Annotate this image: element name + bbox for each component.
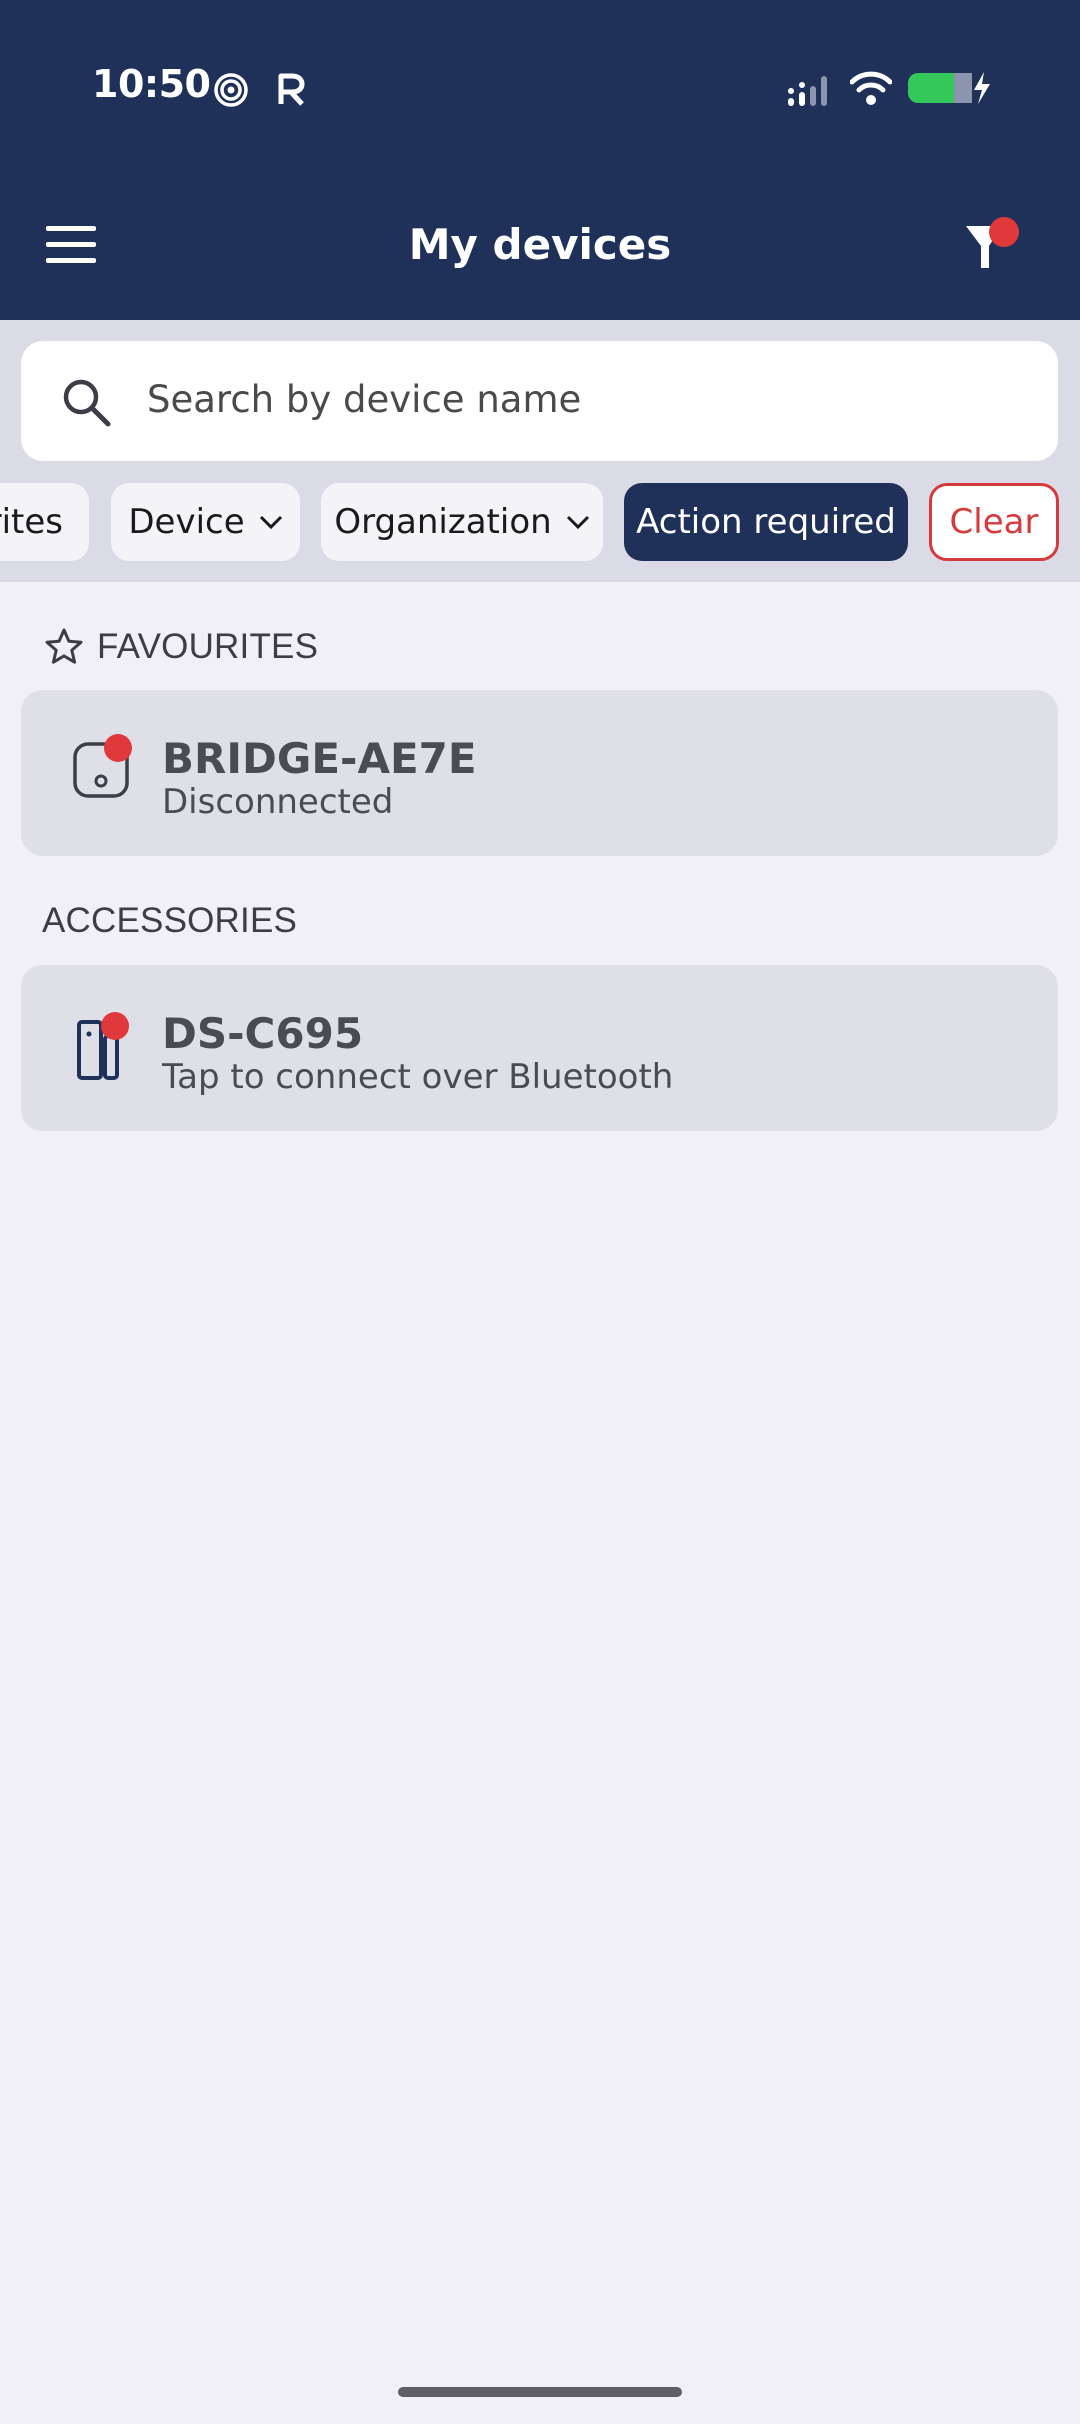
device-status: Tap to connect over Bluetooth: [162, 1057, 674, 1097]
filter-chip-device[interactable]: Device: [111, 483, 300, 561]
page-title: My devices: [408, 220, 672, 269]
search-icon: [63, 379, 111, 427]
filter-chip-label: rites: [0, 502, 63, 542]
accessories-heading: ACCESSORIES: [42, 901, 298, 940]
clear-filters-button[interactable]: Clear: [929, 483, 1059, 561]
device-status: Disconnected: [162, 782, 394, 822]
favourites-heading: FAVOURITES: [97, 627, 319, 666]
filter-chip-favourites[interactable]: rites: [0, 483, 89, 561]
device-name: BRIDGE-AE7E: [162, 734, 477, 783]
chevron-down-icon: [566, 515, 589, 530]
filter-chip-label: Device: [128, 502, 245, 542]
filter-chip-organization[interactable]: Organization: [321, 483, 603, 561]
hotspot-spiral-icon: [214, 73, 248, 107]
bridge-device-icon: [73, 734, 132, 798]
status-time: 10:50: [92, 62, 211, 106]
filter-chip-label: Action required: [636, 502, 896, 542]
chevron-down-icon: [259, 515, 282, 530]
device-card-ds-c695[interactable]: DS-C695 Tap to connect over Bluetooth: [21, 965, 1058, 1131]
filter-chip-label: Organization: [334, 502, 552, 542]
wifi-icon: [850, 71, 892, 105]
cellular-signal-icon: [788, 76, 827, 106]
r-app-icon: [278, 73, 305, 106]
star-icon: [45, 628, 83, 664]
home-indicator[interactable]: [398, 2387, 682, 2397]
filter-chip-action-required[interactable]: Action required: [624, 483, 908, 561]
clear-label: Clear: [949, 502, 1039, 542]
search-placeholder: Search by device name: [147, 378, 582, 421]
battery-charging-icon: [908, 72, 990, 104]
app-header: 10:50 My devices: [0, 0, 1080, 320]
device-name: DS-C695: [162, 1009, 364, 1058]
device-card-bridge[interactable]: BRIDGE-AE7E Disconnected: [21, 690, 1058, 856]
door-sensor-icon: [77, 1012, 129, 1080]
filter-icon[interactable]: [960, 214, 1024, 278]
